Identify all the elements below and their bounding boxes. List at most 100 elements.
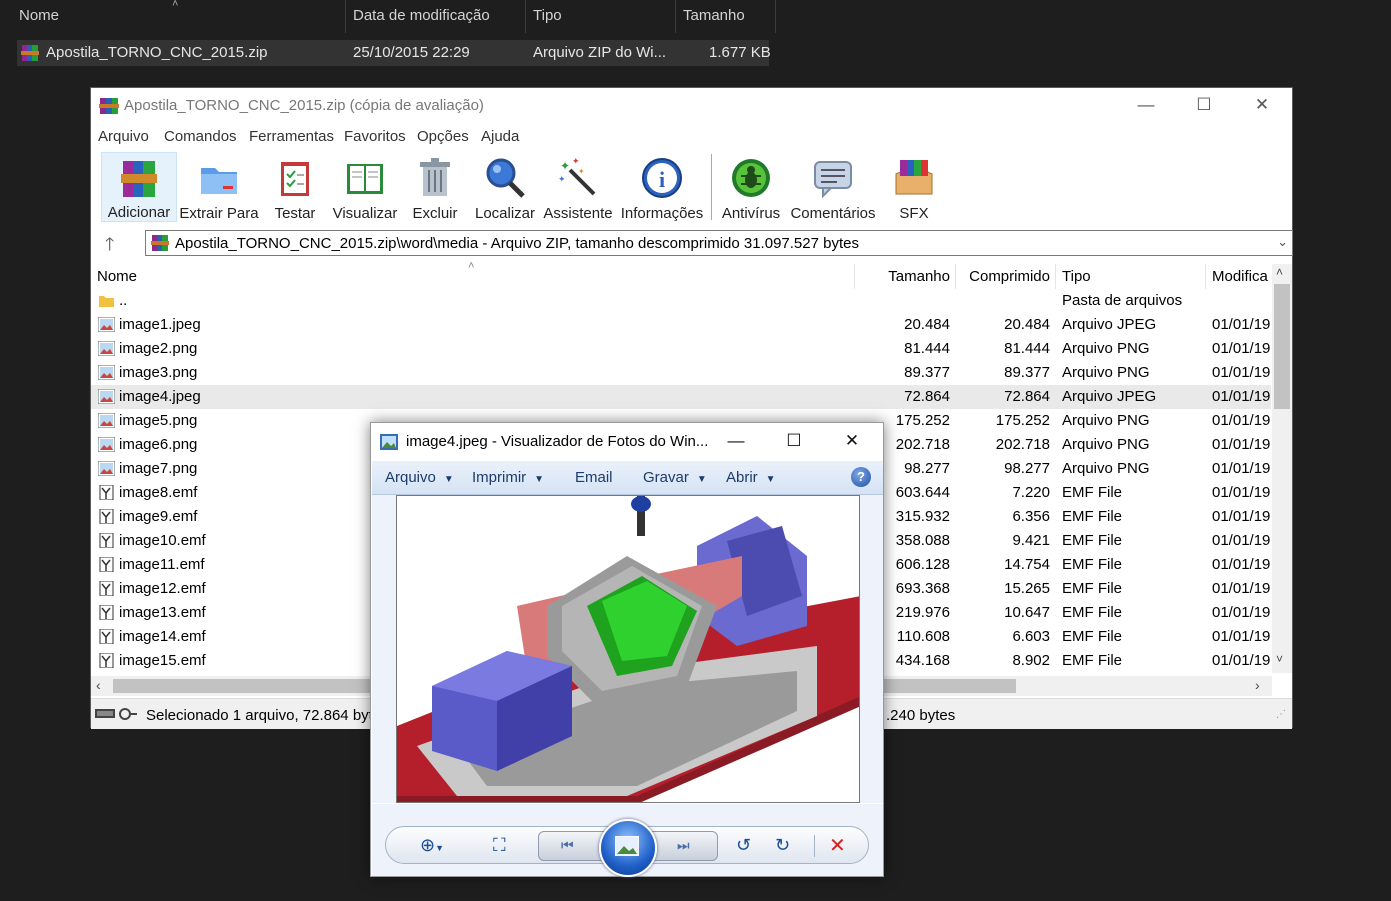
col-header-modified[interactable]: Modifica: [1206, 264, 1272, 289]
file-row[interactable]: image1.jpeg 20.484 20.484 Arquivo JPEG 01/01…: [91, 313, 1271, 337]
col-header-type[interactable]: Tipo: [1056, 264, 1206, 289]
file-compressed: 10.647: [1004, 604, 1050, 621]
file-row[interactable]: image4.jpeg 72.864 72.864 Arquivo JPEG 01/01…: [91, 385, 1271, 409]
emf-file-icon: [99, 653, 114, 668]
delete-button[interactable]: Excluir: [403, 152, 467, 222]
test-button[interactable]: Testar: [263, 152, 327, 222]
wizard-button[interactable]: ✦ ✦ ✦ ✦ Assistente: [542, 152, 614, 222]
file-type: EMF File: [1062, 508, 1122, 525]
cnc-machine-image: [396, 495, 860, 803]
menu-arquivo[interactable]: Arquivo: [98, 128, 149, 145]
maximize-button[interactable]: ☐: [1175, 88, 1233, 124]
file-compressed: 202.718: [995, 436, 1050, 453]
resize-grip-icon[interactable]: ⋰: [1276, 709, 1286, 720]
menu-opcoes[interactable]: Opções: [417, 128, 469, 145]
viewer-menu-gravar[interactable]: Gravar ▼: [643, 469, 707, 486]
explorer-column-header: Nome ˄ Data de modificação Tipo Tamanho: [0, 0, 776, 33]
scroll-left-icon[interactable]: ‹: [96, 677, 101, 693]
image-file-icon: [98, 437, 115, 452]
winrar-title: Apostila_TORNO_CNC_2015.zip (cópia de av…: [124, 97, 484, 114]
scroll-down-icon[interactable]: ˅: [1276, 652, 1283, 666]
scroll-up-icon[interactable]: ˄: [1276, 265, 1283, 279]
file-name: image15.emf: [119, 652, 206, 669]
file-compressed: 15.265: [1004, 580, 1050, 597]
col-header-compressed[interactable]: Comprimido: [956, 264, 1056, 289]
col-header-name[interactable]: Nome ˄: [91, 260, 855, 289]
viewer-close-button[interactable]: ✕: [823, 423, 881, 459]
viewer-menubar: Arquivo ▼ Imprimir ▼ Email Gravar ▼ Abrir ▼ …: [372, 461, 883, 495]
file-type: EMF File: [1062, 580, 1122, 597]
file-name: image5.png: [119, 412, 198, 429]
file-name: image7.png: [119, 460, 198, 477]
viewer-menu-abrir[interactable]: Abrir ▼: [726, 469, 776, 486]
file-modified: 01/01/19: [1212, 340, 1271, 357]
file-type: Arquivo JPEG: [1062, 316, 1157, 333]
file-compressed: 175.252: [995, 412, 1050, 429]
vertical-scrollbar[interactable]: ˄ ˅: [1272, 264, 1292, 673]
file-compressed: 98.277: [1004, 460, 1050, 477]
emf-file-icon: [99, 557, 114, 572]
previous-icon[interactable]: ⏮: [561, 837, 574, 854]
file-type: EMF File: [1062, 604, 1122, 621]
vertical-scroll-thumb[interactable]: [1274, 284, 1290, 409]
antivirus-button[interactable]: Antivírus: [719, 152, 783, 222]
menu-comandos[interactable]: Comandos: [164, 128, 237, 145]
photo-viewer-title: image4.jpeg - Visualizador de Fotos do W…: [406, 433, 709, 450]
scroll-right-icon[interactable]: ›: [1255, 677, 1260, 693]
menu-ajuda[interactable]: Ajuda: [481, 128, 519, 145]
rotate-left-icon[interactable]: ↺: [736, 835, 751, 856]
viewer-menu-email[interactable]: Email: [575, 469, 613, 486]
chevron-down-icon[interactable]: ⌄: [1277, 234, 1288, 250]
delete-icon[interactable]: ✕: [829, 833, 846, 858]
column-size[interactable]: Tamanho: [676, 0, 776, 33]
col-header-size[interactable]: Tamanho: [855, 264, 956, 289]
file-row[interactable]: image3.png 89.377 89.377 Arquivo PNG 01/01/1…: [91, 361, 1271, 385]
comments-label: Comentários: [790, 205, 876, 222]
slideshow-button[interactable]: [599, 819, 657, 877]
winrar-titlebar[interactable]: Apostila_TORNO_CNC_2015.zip (cópia de av…: [91, 88, 1292, 124]
file-size: 20.484: [904, 316, 950, 333]
file-compressed: 14.754: [1004, 556, 1050, 573]
column-type[interactable]: Tipo: [526, 0, 676, 33]
close-button[interactable]: ✕: [1233, 88, 1291, 124]
next-icon[interactable]: ⏭: [677, 837, 690, 854]
antivirus-label: Antivírus: [721, 205, 781, 222]
winrar-menubar: Arquivo Comandos Ferramentas Favoritos O…: [91, 126, 1292, 148]
viewer-maximize-button[interactable]: ☐: [765, 423, 823, 459]
up-folder-icon[interactable]: 🡑: [105, 232, 114, 262]
file-compressed: 20.484: [1004, 316, 1050, 333]
info-button[interactable]: i Informações: [619, 152, 705, 222]
extract-to-label: Extrair Para: [179, 205, 259, 222]
menu-favoritos[interactable]: Favoritos: [344, 128, 406, 145]
file-row[interactable]: image2.png 81.444 81.444 Arquivo PNG 01/01/1…: [91, 337, 1271, 361]
rotate-right-icon[interactable]: ↻: [775, 835, 790, 856]
extract-to-button[interactable]: Extrair Para: [179, 152, 259, 222]
actual-size-icon[interactable]: ⛶: [493, 835, 506, 856]
address-bar[interactable]: Apostila_TORNO_CNC_2015.zip\word\media -…: [145, 230, 1293, 256]
emf-file-icon: [99, 581, 114, 596]
file-modified: 01/01/19: [1212, 364, 1271, 381]
view-button[interactable]: Visualizar: [329, 152, 401, 222]
comments-button[interactable]: Comentários: [787, 152, 879, 222]
zoom-icon[interactable]: ⊕▼: [420, 835, 444, 856]
viewer-menu-imprimir[interactable]: Imprimir ▼: [472, 469, 544, 486]
viewer-menu-abrir-label: Abrir: [726, 469, 758, 486]
find-button[interactable]: Localizar: [471, 152, 539, 222]
column-name[interactable]: Nome ˄: [0, 0, 346, 33]
sfx-button[interactable]: SFX: [883, 152, 945, 222]
viewer-control-bar: ⊕▼ ⛶ ⏮ ⏭ ↺ ↻ ✕: [385, 819, 869, 877]
file-compressed: 72.864: [1004, 388, 1050, 405]
menu-ferramentas[interactable]: Ferramentas: [249, 128, 334, 145]
minimize-button[interactable]: —: [1117, 88, 1175, 124]
file-row[interactable]: .. Pasta de arquivos: [91, 289, 1271, 313]
file-compressed: 81.444: [1004, 340, 1050, 357]
file-name: image1.jpeg: [119, 316, 201, 333]
explorer-file-row[interactable]: Apostila_TORNO_CNC_2015.zip 25/10/2015 2…: [17, 40, 771, 66]
column-modified[interactable]: Data de modificação: [346, 0, 526, 33]
add-button[interactable]: Adicionar: [101, 152, 177, 222]
help-icon[interactable]: ?: [851, 467, 871, 487]
viewer-minimize-button[interactable]: —: [707, 423, 765, 459]
photo-viewer-icon: [380, 434, 398, 450]
viewer-menu-arquivo[interactable]: Arquivo ▼: [385, 469, 454, 486]
folder-icon: [99, 296, 114, 307]
